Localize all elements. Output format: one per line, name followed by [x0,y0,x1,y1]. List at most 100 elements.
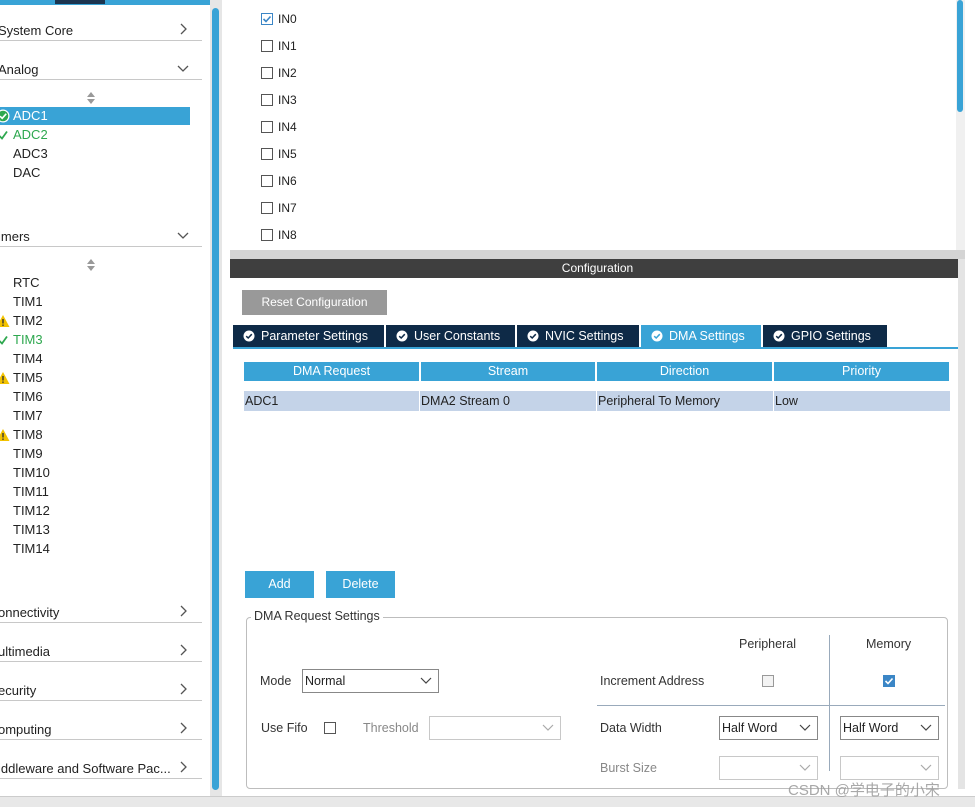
threshold-select[interactable] [429,716,561,740]
column-divider [829,635,830,771]
check-circle-icon [651,330,663,342]
category-label: onnectivity [0,605,60,620]
channel-checkbox[interactable] [261,229,273,241]
cell-priority: Low [775,394,798,408]
peripheral-increment-checkbox[interactable] [762,675,774,687]
chevron-down-icon [420,677,432,684]
sidebar-item-tim3[interactable]: TIM3 [0,331,190,349]
sidebar-item-tim4[interactable]: TIM4 [0,350,190,368]
memory-burst-size-select[interactable] [840,756,939,780]
sidebar-item-adc1[interactable]: ADC1 [0,107,190,125]
category-middleware[interactable]: iddleware and Software Pac... [0,757,202,779]
peripheral-data-width-value: Half Word [722,721,778,735]
ok-check-icon [0,109,10,123]
sidebar-item-tim6[interactable]: TIM6 [0,388,190,406]
column-header-direction[interactable]: Direction [597,362,772,381]
sidebar-item-tim10[interactable]: TIM10 [0,464,190,482]
category-label: System Core [0,23,74,38]
chevron-right-icon [180,605,187,617]
chevron-down-icon [799,764,811,771]
cell-dma-request: ADC1 [245,394,279,408]
channel-checkbox[interactable] [261,94,273,106]
category-label: iddleware and Software Pac... [0,761,171,776]
memory-data-width-select[interactable]: Half Word [840,716,939,740]
use-fifo-checkbox[interactable] [324,722,336,734]
configuration-title: Configuration [230,259,965,278]
configuration-scrollbar[interactable] [958,259,965,789]
sidebar-item-tim11[interactable]: TIM11 [0,483,190,501]
column-header-priority[interactable]: Priority [774,362,949,381]
chevron-down-icon [177,65,189,72]
category-system-core[interactable]: System Core [0,19,202,41]
chevron-down-icon [177,232,189,239]
dma-request-settings: DMA Request Settings Peripheral Memory M… [246,609,948,789]
channel-checkbox[interactable] [261,148,273,160]
table-row[interactable]: ADC1 DMA2 Stream 0 Peripheral To Memory … [244,391,950,411]
category-analog[interactable]: Analog [0,58,202,80]
category-connectivity[interactable]: onnectivity [0,601,202,623]
tab-dma-settings[interactable]: DMA Settings [641,325,761,347]
tab-nvic-settings[interactable]: NVIC Settings [517,325,639,347]
burst-size-label: Burst Size [600,761,657,775]
chevron-right-icon [180,683,187,695]
sidebar-item-rtc[interactable]: RTC [0,274,190,292]
sidebar-item-adc3[interactable]: ADC3 [0,145,190,163]
memory-increment-checkbox[interactable] [883,675,895,687]
peripheral-data-width-select[interactable]: Half Word [719,716,818,740]
channel-checkbox[interactable] [261,40,273,52]
sidebar-item-tim7[interactable]: TIM7 [0,407,190,425]
chevron-down-icon [920,724,932,731]
sidebar-item-tim14[interactable]: TIM14 [0,540,190,558]
add-button[interactable]: Add [245,571,314,598]
chevron-right-icon [180,761,187,773]
tab-parameter-settings[interactable]: Parameter Settings [233,325,384,347]
category-multimedia[interactable]: ultimedia [0,640,202,662]
sidebar-item-tim9[interactable]: TIM9 [0,445,190,463]
category-computing[interactable]: omputing [0,718,202,740]
threshold-label: Threshold [363,721,419,735]
channel-scrollbar-thumb[interactable] [957,0,963,112]
sidebar-item-tim13[interactable]: TIM13 [0,521,190,539]
panel-splitter[interactable] [230,250,965,259]
sidebar-item-tim12[interactable]: TIM12 [0,502,190,520]
reset-configuration-button[interactable]: Reset Configuration [242,290,387,315]
check-circle-icon [527,330,539,342]
sidebar-top-bar [0,0,210,5]
sidebar-item-tim2[interactable]: TIM2 [0,312,190,330]
sidebar-item-tim8[interactable]: TIM8 [0,426,190,444]
sidebar-item-adc2[interactable]: ADC2 [0,126,190,144]
delete-button[interactable]: Delete [326,571,395,598]
warning-icon [0,372,10,384]
category-timers[interactable]: imers [0,225,202,247]
column-header-stream[interactable]: Stream [421,362,595,381]
sort-icon[interactable] [86,258,96,272]
channel-checkbox-checked[interactable] [261,13,273,25]
chevron-down-icon [799,724,811,731]
chevron-right-icon [180,722,187,734]
channel-checkbox[interactable] [261,202,273,214]
channel-checkbox[interactable] [261,67,273,79]
check-icon [0,335,8,345]
peripheral-burst-size-select[interactable] [719,756,818,780]
mode-select[interactable]: Normal [302,669,439,693]
sidebar-item-tim5[interactable]: TIM5 [0,369,190,387]
channel-checkbox[interactable] [261,175,273,187]
sidebar-scrollbar-thumb[interactable] [212,8,219,790]
tab-user-constants[interactable]: User Constants [386,325,515,347]
sidebar-top-tab[interactable] [55,0,105,4]
increment-address-label: Increment Address [600,674,705,688]
sidebar-item-tim1[interactable]: TIM1 [0,293,190,311]
row-divider [597,705,945,706]
sort-icon[interactable] [86,91,96,105]
channel-checkbox[interactable] [261,121,273,133]
sidebar-item-dac[interactable]: DAC [0,164,190,182]
watermark: CSDN @学电子的小宋 [788,782,940,799]
category-label: omputing [0,722,52,737]
tab-gpio-settings[interactable]: GPIO Settings [763,325,887,347]
category-label: imers [0,229,30,244]
category-security[interactable]: ecurity [0,679,202,701]
peripheral-header: Peripheral [739,637,796,651]
chevron-down-icon [542,724,554,731]
check-icon [0,130,8,140]
column-header-dma-request[interactable]: DMA Request [244,362,419,381]
